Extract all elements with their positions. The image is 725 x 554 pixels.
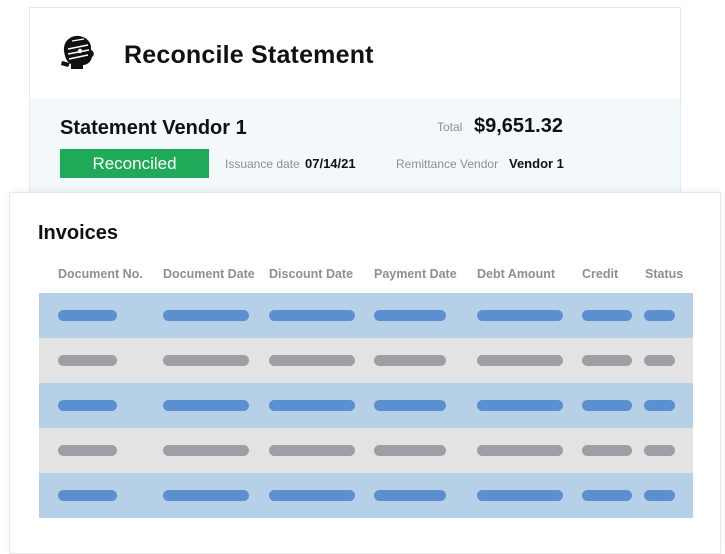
placeholder-cell (58, 400, 117, 411)
invoices-title: Invoices (38, 222, 119, 244)
placeholder-cell (477, 400, 563, 411)
table-row[interactable] (39, 293, 693, 338)
remittance-vendor-value: Vendor 1 (509, 156, 564, 171)
table-row[interactable] (39, 428, 693, 473)
placeholder-cell (269, 355, 355, 366)
placeholder-cell (269, 400, 355, 411)
placeholder-cell (582, 310, 632, 321)
status-badge: Reconciled (60, 149, 209, 178)
placeholder-cell (163, 445, 249, 456)
column-header-discount-date[interactable]: Discount Date (269, 267, 353, 281)
placeholder-cell (58, 310, 117, 321)
table-row[interactable] (39, 473, 693, 518)
placeholder-cell (163, 490, 249, 501)
placeholder-cell (477, 310, 563, 321)
placeholder-cell (644, 400, 675, 411)
placeholder-cell (582, 445, 632, 456)
issuance-date-value: 07/14/21 (305, 156, 356, 171)
total-value: $9,651.32 (474, 115, 563, 137)
placeholder-cell (374, 355, 446, 366)
column-header-status[interactable]: Status (645, 267, 683, 281)
column-header-credit[interactable]: Credit (582, 267, 618, 281)
placeholder-cell (374, 310, 446, 321)
placeholder-cell (163, 310, 249, 321)
remittance-vendor-label: Remittance Vendor (396, 157, 499, 171)
placeholder-cell (163, 400, 249, 411)
statement-vendor-name: Statement Vendor 1 (60, 117, 247, 139)
placeholder-cell (477, 490, 563, 501)
placeholder-cell (644, 490, 675, 501)
column-header-payment-date[interactable]: Payment Date (374, 267, 457, 281)
column-header-debt-amount[interactable]: Debt Amount (477, 267, 555, 281)
placeholder-cell (58, 445, 117, 456)
placeholder-cell (269, 445, 355, 456)
placeholder-cell (163, 355, 249, 366)
table-row[interactable] (39, 383, 693, 428)
placeholder-cell (58, 355, 117, 366)
statement-card: Reconcile Statement Statement Vendor 1 T… (29, 7, 681, 209)
table-row[interactable] (39, 338, 693, 383)
placeholder-cell (269, 490, 355, 501)
placeholder-cell (374, 445, 446, 456)
person-logo-icon (58, 31, 98, 71)
placeholder-cell (582, 400, 632, 411)
total-label: Total (437, 120, 463, 134)
placeholder-cell (644, 355, 675, 366)
placeholder-cell (374, 490, 446, 501)
placeholder-cell (269, 310, 355, 321)
column-header-document-no[interactable]: Document No. (58, 267, 143, 281)
invoices-card: Invoices Document No. Document Date Disc… (9, 192, 721, 554)
placeholder-cell (644, 445, 675, 456)
page-title: Reconcile Statement (124, 41, 374, 69)
issuance-date-label: Issuance date (225, 157, 300, 171)
statement-header: Reconcile Statement (30, 8, 680, 98)
placeholder-cell (582, 355, 632, 366)
placeholder-cell (374, 400, 446, 411)
column-header-document-date[interactable]: Document Date (163, 267, 255, 281)
placeholder-cell (582, 490, 632, 501)
placeholder-cell (58, 490, 117, 501)
placeholder-cell (477, 445, 563, 456)
placeholder-cell (644, 310, 675, 321)
placeholder-cell (477, 355, 563, 366)
